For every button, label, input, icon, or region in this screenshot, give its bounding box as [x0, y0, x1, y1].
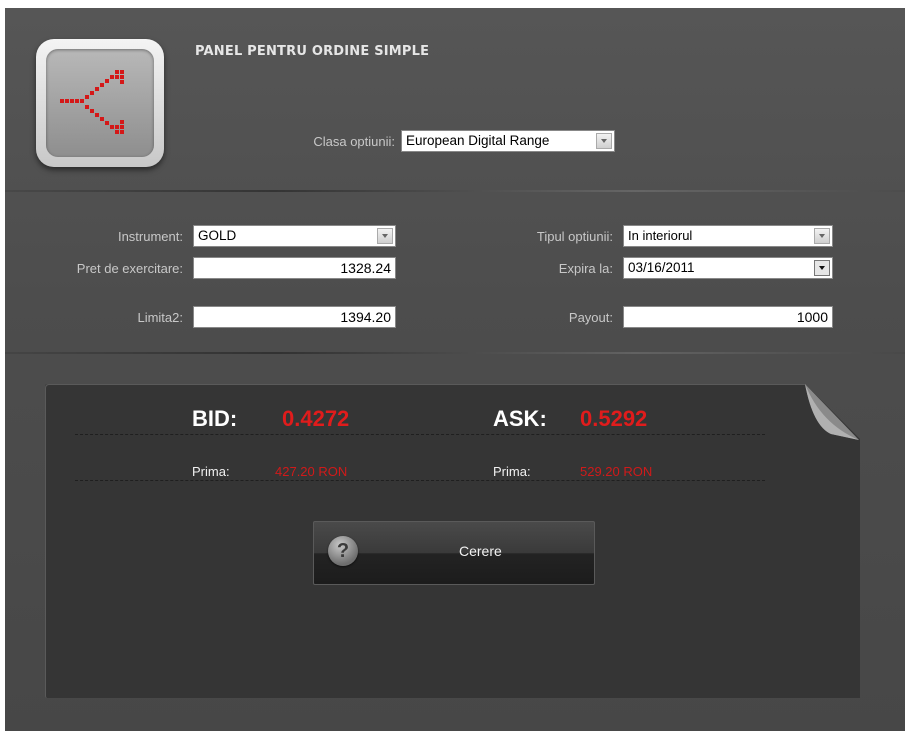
strike-input[interactable]: 1328.24 [193, 257, 396, 279]
strike-label: Pret de exercitare: [76, 261, 183, 276]
app-logo [36, 39, 164, 167]
panel-title: PANEL PENTRU ORDINE SIMPLE [195, 44, 430, 59]
expiry-label: Expira la: [558, 261, 613, 276]
divider-top [5, 190, 905, 192]
payout-input[interactable]: 1000 [623, 306, 833, 328]
instrument-value: GOLD [198, 228, 237, 243]
bid-label: BID: [192, 406, 238, 431]
limit2-input[interactable]: 1394.20 [193, 306, 396, 328]
chevron-down-icon[interactable] [377, 228, 393, 244]
expiry-value: 03/16/2011 [628, 260, 695, 275]
option-class-value: European Digital Range [406, 133, 550, 148]
ask-value: 0.5292 [580, 406, 648, 431]
option-type-value: In interiorul [628, 228, 693, 243]
split-arrows-icon [46, 49, 154, 157]
bid-prima-label: Prima: [192, 464, 230, 479]
instrument-select[interactable]: GOLD [193, 225, 396, 247]
calendar-dropdown-icon[interactable] [814, 260, 830, 276]
divider-bottom [5, 352, 905, 354]
option-type-label: Tipul optiunii: [536, 229, 613, 244]
page-curl-icon [805, 384, 859, 440]
chevron-down-icon[interactable] [814, 228, 830, 244]
option-class-select[interactable]: European Digital Range [401, 130, 615, 152]
request-button[interactable]: ? Cerere [313, 521, 595, 585]
ask-label: ASK: [493, 406, 547, 431]
order-panel: PANEL PENTRU ORDINE SIMPLE Clasa optiuni… [5, 8, 905, 731]
bid-value: 0.4272 [282, 406, 350, 431]
limit2-label: Limita2: [137, 310, 183, 325]
expiry-date-picker[interactable]: 03/16/2011 [623, 257, 833, 279]
option-class-label: Clasa optiunii: [313, 134, 395, 149]
chevron-down-icon[interactable] [596, 133, 612, 149]
option-type-select[interactable]: In interiorul [623, 225, 833, 247]
bid-prima-value: 427.20 RON [275, 464, 348, 479]
ask-prima-value: 529.20 RON [580, 464, 653, 479]
payout-label: Payout: [568, 310, 613, 325]
divider-dashed [75, 480, 765, 481]
request-button-label: Cerere [459, 543, 502, 559]
instrument-label: Instrument: [117, 229, 183, 244]
help-icon[interactable]: ? [328, 536, 358, 566]
divider-dashed [75, 434, 765, 435]
ask-prima-label: Prima: [493, 464, 531, 479]
